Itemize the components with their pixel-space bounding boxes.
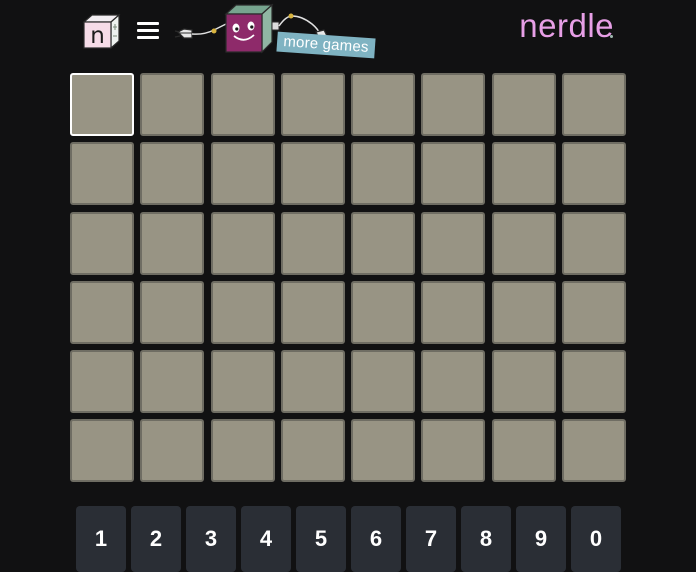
board-tile[interactable]: [70, 350, 134, 414]
board-tile[interactable]: [210, 211, 275, 275]
board-tile[interactable]: [210, 73, 275, 136]
board-tile[interactable]: [351, 419, 416, 483]
key-6[interactable]: 6: [351, 506, 401, 572]
board-tile[interactable]: [280, 211, 345, 275]
board-tile[interactable]: [70, 211, 134, 275]
board-tile[interactable]: [70, 73, 134, 136]
board-tile[interactable]: [70, 142, 134, 206]
board-tile[interactable]: [351, 280, 416, 344]
board-tile[interactable]: [491, 280, 556, 344]
key-4[interactable]: 4: [241, 506, 291, 572]
board-tile[interactable]: [140, 142, 205, 206]
board-tile[interactable]: [280, 142, 345, 206]
key-5[interactable]: 5: [296, 506, 346, 572]
board-tile[interactable]: [562, 280, 627, 344]
board-tile[interactable]: [562, 73, 627, 136]
key-7[interactable]: 7: [406, 506, 456, 572]
board-tile[interactable]: [562, 211, 627, 275]
board-tile[interactable]: [351, 142, 416, 206]
board-tile[interactable]: [421, 73, 486, 136]
board-tile[interactable]: [280, 350, 345, 414]
board-tile[interactable]: [351, 350, 416, 414]
logo-letter: n: [90, 23, 105, 49]
board-tile[interactable]: [140, 280, 205, 344]
board-tile[interactable]: [140, 350, 205, 414]
key-3[interactable]: 3: [186, 506, 236, 572]
board-tile[interactable]: [280, 73, 345, 136]
board-tile[interactable]: [421, 211, 486, 275]
board-tile[interactable]: [210, 350, 275, 414]
board-tile[interactable]: [70, 419, 134, 483]
board-tile[interactable]: [421, 280, 486, 344]
board-tile[interactable]: [210, 419, 275, 483]
board-tile[interactable]: [562, 142, 627, 206]
board-tile[interactable]: [562, 419, 627, 483]
board-tile[interactable]: [421, 419, 486, 483]
board-tile[interactable]: [210, 142, 275, 206]
board-tile[interactable]: [421, 142, 486, 206]
key-2[interactable]: 2: [131, 506, 181, 572]
hamburger-menu-icon[interactable]: [137, 20, 161, 40]
board-tile[interactable]: [280, 280, 345, 344]
key-9[interactable]: 9: [516, 506, 566, 572]
number-keyboard: 1234567890: [76, 506, 621, 572]
board-tile[interactable]: [210, 280, 275, 344]
header: n more games nerdle: [0, 0, 696, 66]
board-tile[interactable]: [140, 211, 205, 275]
board-tile[interactable]: [421, 350, 486, 414]
board-tile[interactable]: [491, 142, 556, 206]
board-tile[interactable]: [140, 73, 205, 136]
board-tile[interactable]: [491, 350, 556, 414]
board-tile[interactable]: [351, 211, 416, 275]
key-0[interactable]: 0: [571, 506, 621, 572]
board-tile[interactable]: [140, 419, 205, 483]
board-tile[interactable]: [280, 419, 345, 483]
board-tile[interactable]: [491, 211, 556, 275]
board-tile[interactable]: [351, 73, 416, 136]
key-1[interactable]: 1: [76, 506, 126, 572]
board-tile[interactable]: [562, 350, 627, 414]
brand-dot: [610, 35, 613, 38]
board-tile[interactable]: [491, 73, 556, 136]
brand-title: nerdle: [519, 7, 614, 44]
board-tile[interactable]: [491, 419, 556, 483]
nerdle-logo-icon[interactable]: n: [80, 12, 122, 50]
key-8[interactable]: 8: [461, 506, 511, 572]
game-board: [70, 73, 628, 483]
board-tile[interactable]: [70, 280, 134, 344]
